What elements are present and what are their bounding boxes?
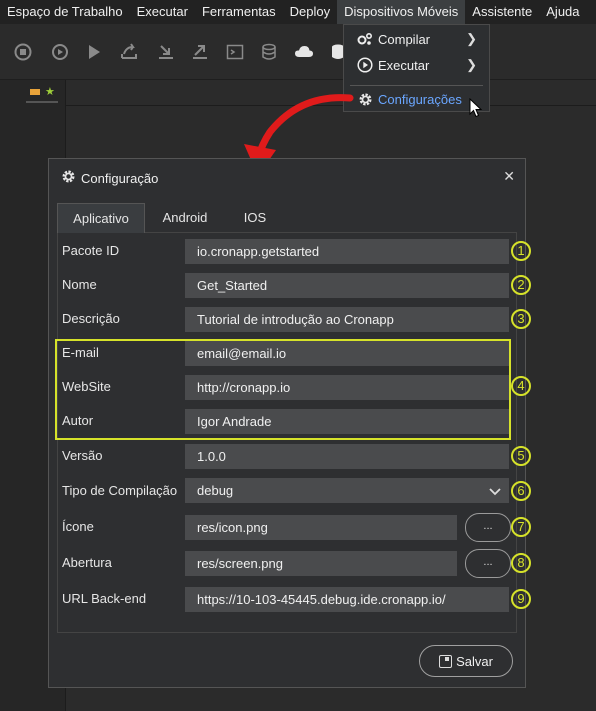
gear-icon [61, 169, 76, 187]
dropdown-item-compile[interactable]: Compilar ❯ [344, 27, 489, 51]
field-label-package-id: Pacote ID [62, 243, 120, 258]
close-icon[interactable]: ✕ [503, 168, 515, 185]
tab-application[interactable]: Aplicativo [57, 203, 145, 233]
dropdown-settings-label: Configurações [378, 91, 462, 107]
splash-path-input[interactable] [185, 551, 457, 576]
field-label-version: Versão [62, 448, 103, 463]
annotation-badge-1: 1 [511, 241, 531, 261]
database-icon[interactable] [259, 42, 279, 62]
menubar: Espaço de Trabalho Executar Ferramentas … [0, 0, 596, 24]
menu-tools[interactable]: Ferramentas [195, 0, 283, 24]
stop-icon[interactable] [13, 42, 33, 62]
configuration-dialog: Configuração ✕ Aplicativo Android IOS Pa… [48, 158, 531, 688]
mouse-cursor-icon [469, 98, 483, 118]
field-label-build-type: Tipo de Compilação [62, 483, 178, 498]
description-input[interactable] [185, 307, 509, 332]
gears-icon [356, 32, 374, 46]
chevron-right-icon: ❯ [466, 57, 477, 72]
export-icon[interactable] [119, 42, 139, 62]
annotation-badge-3: 3 [511, 309, 531, 329]
save-icon [439, 654, 453, 668]
share-icon[interactable] [190, 42, 210, 62]
dialog-title: Configuração [61, 169, 158, 187]
import-icon[interactable] [156, 42, 176, 62]
cloud-icon[interactable] [294, 42, 314, 62]
dropdown-execute-label: Executar [378, 57, 430, 73]
field-label-author: Autor [62, 413, 94, 428]
play-circle-icon [356, 57, 374, 73]
annotation-badge-4: 4 [511, 376, 531, 396]
field-label-description: Descrição [62, 311, 120, 326]
star-icon[interactable]: ★ [45, 85, 55, 98]
build-type-select[interactable]: debug [185, 478, 509, 503]
tab-ios[interactable]: IOS [225, 203, 285, 233]
menu-help[interactable]: Ajuda [539, 0, 586, 24]
dropdown-compile-label: Compilar [378, 31, 431, 47]
icon-path-input[interactable] [185, 515, 457, 540]
field-label-backend-url: URL Back-end [62, 591, 147, 606]
field-label-splash: Abertura [62, 555, 112, 570]
menu-mobile-devices[interactable]: Dispositivos Móveis [337, 0, 466, 24]
annotation-badge-5: 5 [511, 446, 531, 466]
version-input[interactable] [185, 444, 509, 469]
chevron-right-icon: ❯ [466, 31, 477, 46]
bug-icon[interactable] [50, 42, 70, 62]
tab-android[interactable]: Android [145, 203, 225, 233]
dropdown-item-execute[interactable]: Executar ❯ [344, 53, 489, 77]
field-label-website: WebSite [62, 379, 111, 394]
dropdown-divider [350, 85, 483, 86]
annotation-badge-6: 6 [511, 481, 531, 501]
field-label-icon: Ícone [62, 519, 94, 534]
menu-assistant[interactable]: Assistente [465, 0, 539, 24]
field-label-name: Nome [62, 277, 97, 292]
annotation-badge-7: 7 [511, 517, 531, 537]
author-input[interactable] [185, 409, 509, 434]
website-input[interactable] [185, 375, 509, 400]
field-label-email: E-mail [62, 345, 99, 360]
annotation-badge-2: 2 [511, 275, 531, 295]
terminal-icon[interactable] [225, 42, 245, 62]
backend-url-input[interactable] [185, 587, 509, 612]
folder-icon[interactable] [30, 89, 40, 95]
mobile-devices-dropdown: Compilar ❯ Executar ❯ Configurações [343, 24, 490, 112]
menu-run[interactable]: Executar [130, 0, 195, 24]
annotation-badge-8: 8 [511, 553, 531, 573]
dialog-title-text: Configuração [81, 170, 159, 186]
dialog-tabs: Aplicativo Android IOS [57, 203, 517, 233]
name-input[interactable] [185, 273, 509, 298]
browse-icon-button[interactable]: ... [465, 513, 511, 542]
play-icon[interactable] [84, 42, 104, 62]
chevron-down-icon[interactable] [489, 485, 501, 499]
package-id-input[interactable] [185, 239, 509, 264]
save-button[interactable]: Salvar [419, 645, 513, 677]
save-button-label: Salvar [456, 653, 493, 669]
browse-splash-button[interactable]: ... [465, 549, 511, 578]
dropdown-item-settings[interactable]: Configurações [344, 87, 489, 111]
email-input[interactable] [185, 341, 509, 366]
toolbar [0, 24, 596, 80]
annotation-badge-9: 9 [511, 589, 531, 609]
menu-deploy[interactable]: Deploy [283, 0, 337, 24]
menu-workspace[interactable]: Espaço de Trabalho [0, 0, 130, 24]
active-file-indicator [26, 101, 58, 103]
